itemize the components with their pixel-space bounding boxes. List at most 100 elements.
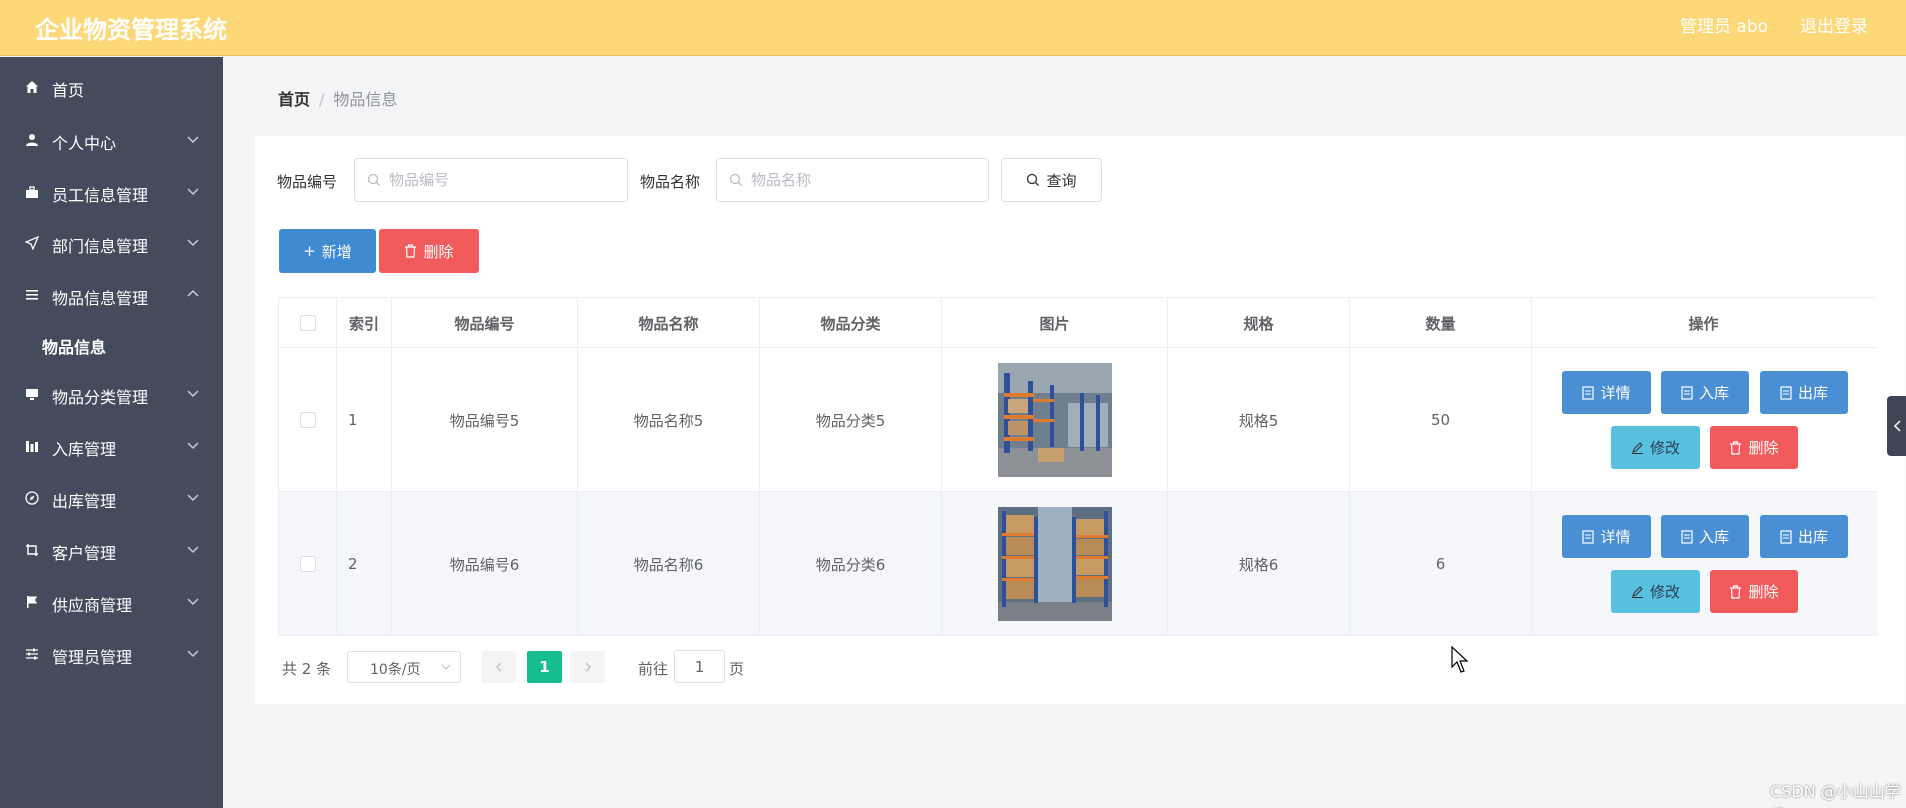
search-icon [367, 173, 380, 186]
sidebar-item-label: 物品信息 [42, 338, 107, 357]
stock-out-button[interactable]: 出库 [1760, 515, 1848, 558]
actions-cell [1532, 492, 1875, 636]
goto-page-input[interactable] [675, 651, 724, 682]
page-size-select[interactable]: 10条/页 [347, 651, 461, 683]
chevron-down-icon [187, 136, 199, 144]
trash-icon [1730, 440, 1742, 455]
sidebar-item-label: 出库管理 [52, 492, 117, 511]
sidebar-item-label: 供应商管理 [52, 596, 133, 615]
spec-cell: 规格5 [1168, 348, 1350, 492]
stock-out-label: 出库 [1797, 384, 1828, 402]
stock-out-button[interactable]: 出库 [1760, 371, 1848, 414]
chevron-left-icon [495, 662, 502, 672]
sidebar-item-admins[interactable]: 管理员管理 [0, 634, 223, 674]
chevron-down-icon [441, 664, 451, 670]
edit-button[interactable]: 修改 [1611, 426, 1700, 469]
sidebar-item-employees[interactable]: 员工信息管理 [0, 172, 223, 212]
code-cell: 物品编号6 [392, 492, 578, 636]
edit-icon [1631, 442, 1643, 454]
sidebar-item-home[interactable]: 首页 [0, 67, 223, 107]
name-cell: 物品名称5 [578, 348, 760, 492]
bar-chart-icon [24, 438, 40, 454]
category-cell: 物品分类5 [760, 348, 942, 492]
document-icon [1780, 529, 1792, 544]
flag-icon [24, 594, 40, 610]
side-collapse-tab[interactable] [1887, 396, 1906, 456]
edit-label: 修改 [1649, 439, 1680, 457]
column-header: 索引 [337, 298, 392, 348]
document-icon [1582, 529, 1595, 544]
category-cell: 物品分类6 [760, 492, 942, 636]
breadcrumb-separator: / [319, 90, 325, 109]
sidebar-item-profile[interactable]: 个人中心 [0, 120, 223, 160]
warehouse-image [997, 507, 1112, 621]
sidebar-item-suppliers[interactable]: 供应商管理 [0, 582, 223, 622]
name-cell: 物品名称6 [578, 492, 760, 636]
sidebar-item-stock-out[interactable]: 出库管理 [0, 478, 223, 518]
prev-page-button[interactable] [482, 651, 516, 683]
plus-icon: + [303, 242, 316, 260]
batch-delete-button[interactable]: 删除 [379, 229, 479, 273]
goto-page-field[interactable] [674, 650, 725, 683]
mouse-cursor-icon [1451, 646, 1469, 673]
row-select-cell[interactable] [279, 348, 337, 492]
monitor-icon [24, 386, 40, 402]
sidebar-item-label: 客户管理 [52, 544, 117, 563]
column-header: 数量 [1350, 298, 1532, 348]
select-all-checkbox[interactable] [299, 315, 316, 331]
header-select-all[interactable] [279, 298, 337, 348]
code-search-input[interactable] [389, 169, 609, 191]
row-delete-button[interactable]: 删除 [1710, 426, 1798, 469]
detail-button[interactable]: 详情 [1562, 515, 1651, 558]
trash-icon [405, 244, 417, 258]
column-header: 规格 [1168, 298, 1350, 348]
detail-label: 详情 [1600, 384, 1631, 402]
sidebar-item-label: 员工信息管理 [52, 186, 149, 205]
detail-button[interactable]: 详情 [1562, 371, 1651, 414]
page-number-1[interactable]: 1 [527, 651, 562, 683]
table-row: 2 物品编号6 物品名称6 物品分类6 规格6 6 [279, 492, 1877, 636]
chevron-down-icon [187, 546, 199, 554]
detail-label: 详情 [1600, 528, 1631, 546]
column-header: 物品名称 [578, 298, 760, 348]
index-cell: 2 [337, 492, 392, 636]
image-cell [942, 492, 1168, 636]
next-page-button[interactable] [571, 651, 605, 683]
stock-out-label: 出库 [1797, 528, 1828, 546]
sidebar-item-goods-management[interactable]: 物品信息管理 [0, 275, 223, 315]
code-cell: 物品编号5 [392, 348, 578, 492]
search-icon [1027, 173, 1040, 186]
sidebar-item-stock-in[interactable]: 入库管理 [0, 426, 223, 466]
page-size-value: 10条/页 [370, 662, 421, 678]
table-header: 索引 物品编号 物品名称 物品分类 图片 规格 数量 操作 [279, 298, 1877, 348]
stock-in-button[interactable]: 入库 [1661, 515, 1749, 558]
stock-in-button[interactable]: 入库 [1661, 371, 1749, 414]
row-checkbox[interactable] [299, 412, 316, 428]
edit-button[interactable]: 修改 [1611, 570, 1700, 613]
warehouse-image [997, 363, 1112, 477]
goto-label: 前往 [638, 660, 669, 678]
add-label: 新增 [321, 242, 352, 261]
image-cell [942, 348, 1168, 492]
delete-label: 删除 [423, 242, 454, 261]
sidebar-item-goods-info[interactable]: 物品信息 [0, 324, 223, 364]
sidebar-item-departments[interactable]: 部门信息管理 [0, 223, 223, 263]
name-search-field[interactable] [716, 158, 989, 202]
row-select-cell[interactable] [279, 492, 337, 636]
sidebar-item-customers[interactable]: 客户管理 [0, 530, 223, 570]
document-icon [1780, 385, 1792, 400]
add-button[interactable]: + 新增 [279, 229, 376, 273]
row-delete-button[interactable]: 删除 [1710, 570, 1798, 613]
code-search-field[interactable] [354, 158, 628, 202]
query-button[interactable]: 查询 [1001, 158, 1102, 202]
logout-link[interactable]: 退出登录 [1800, 12, 1868, 37]
chevron-down-icon [187, 598, 199, 606]
sidebar-item-categories[interactable]: 物品分类管理 [0, 374, 223, 414]
index-cell: 1 [337, 348, 392, 492]
name-search-input[interactable] [751, 169, 971, 191]
sidebar-item-label: 物品分类管理 [52, 388, 149, 407]
edit-icon [1631, 586, 1643, 598]
row-checkbox[interactable] [299, 556, 316, 572]
breadcrumb-home[interactable]: 首页 [278, 90, 310, 109]
code-label: 物品编号 [277, 173, 338, 191]
